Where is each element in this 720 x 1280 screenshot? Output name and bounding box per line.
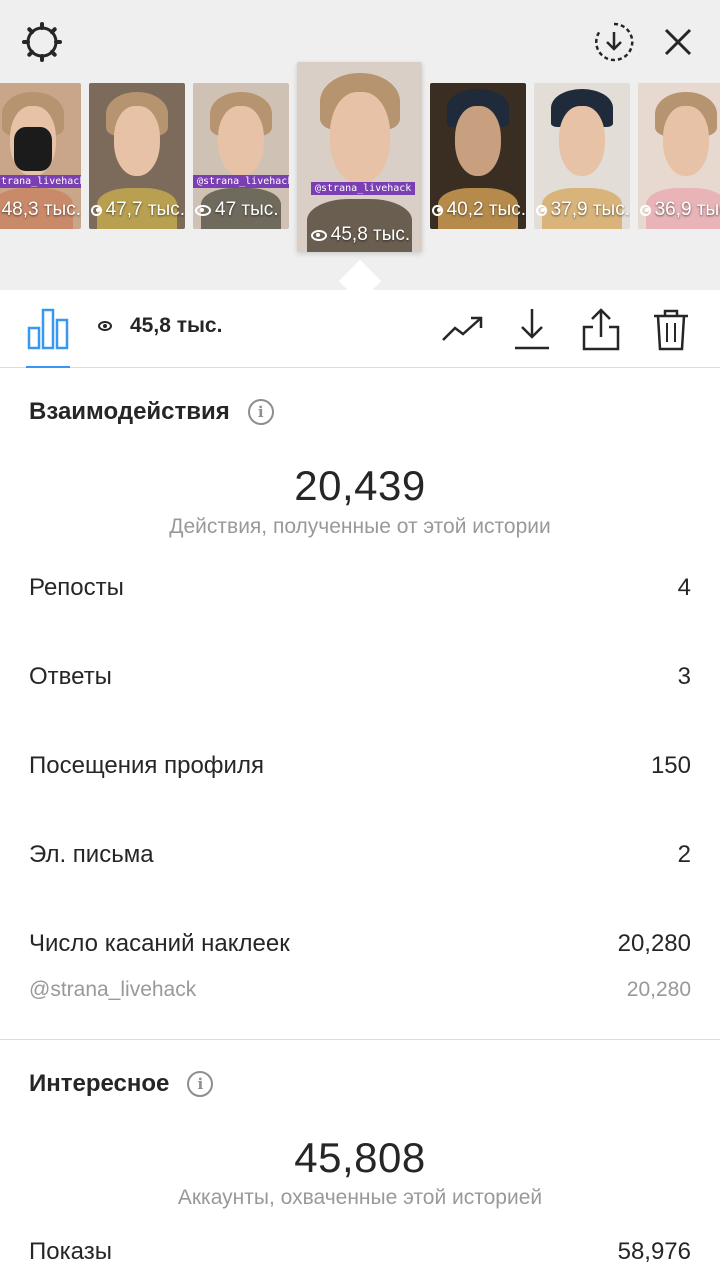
thumbnail-art [217,106,265,177]
thumbnail-art [662,106,710,177]
stat-label: @strana_livehack [29,978,197,1001]
interactions-total: 20,439 [294,462,426,509]
story-thumbnail[interactable]: 47,7 тыс. [89,83,185,229]
download-icon [515,309,549,350]
active-tab-indicator [26,366,70,368]
story-thumbnail[interactable]: 36,9 тыс. [638,83,720,229]
eye-icon [91,204,102,216]
discovery-title: Интересное [29,1070,170,1097]
story-thumbnail[interactable]: 37,9 тыс. [534,83,630,229]
eye-icon [432,204,443,216]
thumbnail-art [558,106,606,177]
delete-button[interactable] [648,306,694,352]
stat-row-sticker-mention: @strana_livehack 20,280 [29,978,691,1002]
stat-row-sticker-taps: Число касаний наклеек 20,280 [29,930,691,958]
thumbnail-views: 48,3 тыс. [1,199,81,220]
insights-tab[interactable] [26,304,70,350]
total-views[interactable]: 45,8 тыс. [98,314,222,338]
stat-value: 3 [677,663,691,690]
stat-label: Ответы [29,663,112,690]
stat-row-reposts: Репосты 4 [29,574,691,602]
stat-row-profile-visits: Посещения профиля 150 [29,752,691,780]
thumbnail-art [13,126,53,171]
interactions-heading: Взаимодействия i [29,398,274,426]
story-thumbnail-selected[interactable]: @strana_livehack 45,8 тыс. [297,62,422,252]
thumbnail-views: 40,2 тыс. [430,199,526,221]
stat-value: 20,280 [617,930,691,957]
stat-value: 20,280 [626,978,691,1001]
stat-row-emails: Эл. письма 2 [29,841,691,869]
story-thumbnail[interactable]: 40,2 тыс. [430,83,526,229]
eye-icon [536,204,547,216]
eye-icon [310,229,327,241]
download-button[interactable] [509,306,555,352]
thumbnail-art [113,106,161,177]
eye-icon [98,321,112,331]
discovery-heading: Интересное i [29,1070,214,1098]
total-views-count: 45,8 тыс. [130,314,223,337]
discovery-caption: Аккаунты, охваченные этой историей [177,1186,543,1209]
info-icon[interactable]: i [187,1071,214,1097]
share-button[interactable] [578,306,624,352]
stat-label: Репосты [29,574,124,601]
stat-label: Число касаний наклеек [29,930,290,957]
thumbnail-views: 47 тыс. [193,199,289,221]
promote-button[interactable] [440,306,486,352]
thumbnail-art [329,92,390,184]
discovery-total: 45,808 [294,1134,426,1181]
section-divider [0,1039,720,1040]
stat-row-impressions: Показы 58,976 [29,1238,691,1266]
thumbnail-tag: @strana_livehack [311,181,416,195]
story-thumbnails: @strana_livehack 48,3 тыс. 47,7 тыс. @st… [0,0,720,290]
stat-value: 150 [650,752,691,779]
story-thumbnail[interactable]: @strana_livehack 47 тыс. [193,83,289,229]
stat-value: 4 [677,574,691,601]
thumbnail-views: 45,8 тыс. [297,224,422,246]
stat-value: 2 [677,841,691,868]
trending-up-icon [442,316,483,341]
insights-toolbar: 45,8 тыс. [0,290,720,368]
trash-icon [654,309,688,351]
info-icon[interactable]: i [247,399,274,425]
bar-chart-icon [27,308,69,350]
thumbnail-art [454,106,502,177]
share-icon [582,308,620,351]
thumbnail-views: 37,9 тыс. [534,199,630,221]
thumbnail-tag: @strana_livehack [193,174,289,188]
stat-label: Показы [29,1238,112,1265]
story-thumbnail[interactable]: @strana_livehack 48,3 тыс. [0,83,81,229]
stat-label: Посещения профиля [29,752,264,779]
stat-value: 58,976 [617,1238,691,1265]
thumbnail-views: 36,9 тыс. [638,199,720,221]
interactions-caption: Действия, полученные от этой истории [169,515,551,538]
stat-row-replies: Ответы 3 [29,663,691,691]
thumbnail-tag: @strana_livehack [0,174,81,188]
interactions-title: Взаимодействия [29,398,230,425]
thumbnail-views: 47,7 тыс. [89,199,185,221]
eye-icon [640,204,651,216]
eye-icon [195,204,211,216]
stat-label: Эл. письма [29,841,154,868]
